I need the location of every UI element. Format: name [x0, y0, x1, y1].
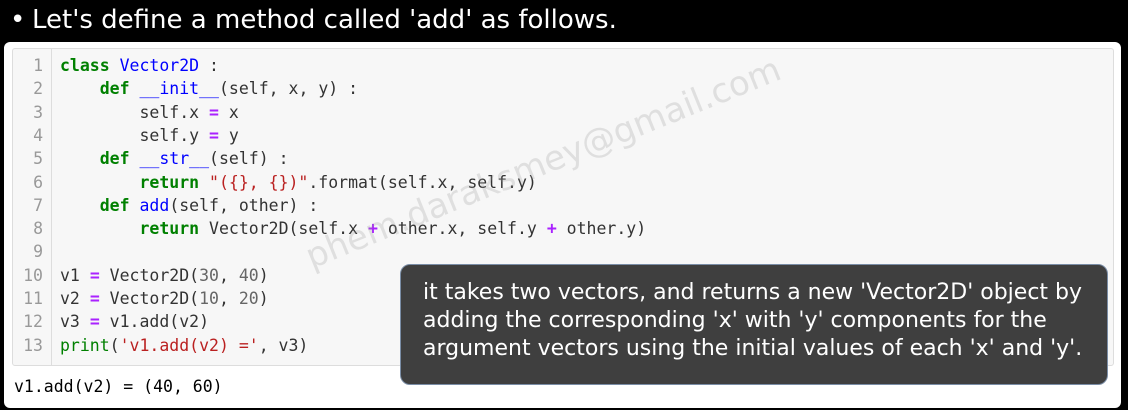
line-number: 10 — [23, 265, 43, 285]
code-text: self.y = y — [60, 125, 239, 145]
line-number: 11 — [23, 289, 43, 308]
line-number: 8 — [33, 219, 43, 239]
code-text: v3 = v1.add(v2) — [60, 312, 210, 332]
bullet: • — [10, 5, 26, 35]
code-text: print('v1.add(v2) =', v3) — [60, 335, 309, 355]
slide-heading: • Let's define a method called 'add' as f… — [10, 2, 617, 38]
code-text: def __init__(self, x, y) : — [99, 79, 359, 99]
code-text: class Vector2D : — [60, 56, 219, 75]
line-number: 12 — [23, 312, 43, 332]
code-text: def __str__(self) : — [99, 149, 289, 169]
tooltip-line: adding the corresponding 'x' with 'y' co… — [423, 308, 1047, 333]
code-text: v2 = Vector2D(10, 20) — [60, 289, 269, 308]
tooltip-line: argument vectors using the initial value… — [423, 336, 1083, 361]
line-number: 6 — [33, 172, 43, 192]
line-number: 13 — [23, 335, 43, 355]
code-text: v1 = Vector2D(30, 40) — [60, 265, 269, 285]
code-text: def add(self, other) : — [99, 195, 319, 215]
line-number: 3 — [33, 102, 43, 122]
line-number: 5 — [33, 149, 43, 169]
code-text: self.x = x — [60, 102, 239, 122]
heading-text: Let's define a method called 'add' as fo… — [32, 5, 617, 35]
explanation-tooltip: it takes two vectors, and returns a new … — [400, 264, 1108, 385]
line-number: 7 — [33, 195, 43, 215]
gutter-divider — [51, 49, 52, 365]
line-number: 9 — [33, 242, 43, 262]
line-number: 4 — [33, 125, 43, 145]
line-number: 1 — [33, 56, 43, 75]
line-number: 2 — [33, 79, 43, 99]
cell-output: v1.add(v2) = (40, 60) — [14, 377, 223, 396]
tooltip-line: it takes two vectors, and returns a new … — [423, 280, 1083, 305]
